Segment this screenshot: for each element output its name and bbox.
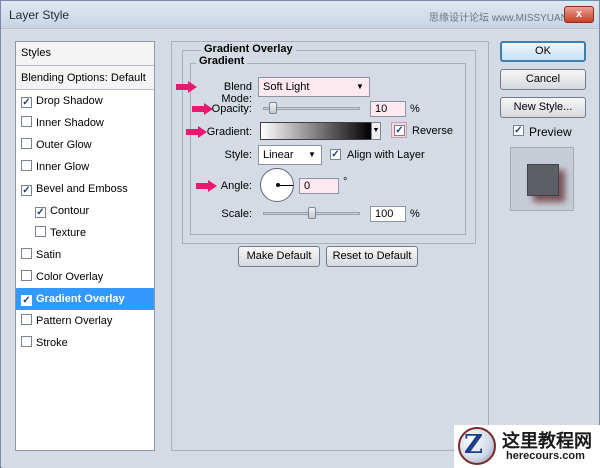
style-checkbox[interactable] bbox=[21, 138, 32, 149]
blending-options-item[interactable]: Blending Options: Default bbox=[16, 66, 154, 90]
styles-list: Styles Blending Options: Default ✓ Drop S… bbox=[15, 41, 155, 451]
angle-label: Angle: bbox=[220, 180, 252, 192]
gradient-label: Gradient: bbox=[206, 126, 252, 138]
style-item-drop-shadow[interactable]: ✓ Drop Shadow bbox=[16, 90, 154, 112]
angle-indicator bbox=[278, 185, 293, 186]
scale-label: Scale: bbox=[221, 208, 252, 220]
style-checkbox[interactable] bbox=[21, 336, 32, 347]
style-item-inner-shadow[interactable]: Inner Shadow bbox=[16, 112, 154, 134]
style-item-label: Outer Glow bbox=[36, 139, 92, 151]
gradient-overlay-panel: Gradient Overlay Gradient Blend Mode: So… bbox=[171, 41, 489, 451]
style-item-texture[interactable]: Texture bbox=[16, 222, 154, 244]
preview-label: Preview bbox=[529, 125, 572, 139]
style-checkbox[interactable] bbox=[21, 270, 32, 281]
cancel-button[interactable]: Cancel bbox=[500, 69, 586, 90]
close-button[interactable]: x bbox=[564, 6, 594, 23]
window-title: Layer Style bbox=[9, 8, 70, 22]
align-with-layer-label: Align with Layer bbox=[347, 149, 425, 161]
subgroup-title: Gradient bbox=[196, 55, 248, 67]
opacity-label: Opacity: bbox=[211, 103, 252, 115]
style-select[interactable]: Linear ▼ bbox=[258, 145, 322, 165]
style-item-gradient-overlay[interactable]: ✓ Gradient Overlay bbox=[16, 288, 154, 310]
opacity-input[interactable]: 10 bbox=[370, 101, 406, 117]
style-item-outer-glow[interactable]: Outer Glow bbox=[16, 134, 154, 156]
style-checkbox[interactable] bbox=[21, 160, 32, 171]
opacity-slider[interactable] bbox=[263, 107, 360, 110]
reset-to-default-button[interactable]: Reset to Default bbox=[326, 246, 418, 267]
angle-input[interactable]: 0 bbox=[299, 178, 339, 194]
style-item-pattern-overlay[interactable]: Pattern Overlay bbox=[16, 310, 154, 332]
align-with-layer-checkbox[interactable]: ✓ bbox=[330, 149, 341, 160]
style-item-label: Inner Glow bbox=[36, 161, 90, 173]
blend-mode-label: Blend Mode: bbox=[221, 81, 252, 105]
style-item-bevel-and-emboss[interactable]: ✓ Bevel and Emboss bbox=[16, 178, 154, 200]
chevron-down-icon: ▼ bbox=[372, 127, 380, 134]
style-item-label: Inner Shadow bbox=[36, 117, 104, 129]
style-checkbox[interactable]: ✓ bbox=[35, 207, 46, 218]
style-checkbox[interactable] bbox=[35, 226, 46, 237]
style-item-label: Satin bbox=[36, 249, 62, 261]
style-checkbox[interactable]: ✓ bbox=[21, 295, 32, 306]
style-label: Style: bbox=[224, 149, 252, 161]
blend-mode-select[interactable]: Soft Light ▼ bbox=[258, 77, 370, 97]
ok-button[interactable]: OK bbox=[500, 41, 586, 62]
gradient-dropdown-button[interactable]: ▼ bbox=[371, 122, 381, 140]
new-style-button[interactable]: New Style... bbox=[500, 97, 586, 118]
opacity-slider-thumb[interactable] bbox=[268, 102, 277, 114]
style-item-stroke[interactable]: Stroke bbox=[16, 332, 154, 354]
styles-header[interactable]: Styles bbox=[16, 42, 154, 66]
style-value: Linear bbox=[263, 149, 294, 161]
opacity-unit: % bbox=[410, 103, 420, 115]
style-item-label: Drop Shadow bbox=[36, 95, 103, 107]
preview-swatch bbox=[527, 164, 559, 196]
make-default-button[interactable]: Make Default bbox=[238, 246, 320, 267]
reverse-checkbox[interactable]: ✓ bbox=[394, 125, 405, 136]
style-item-satin[interactable]: Satin bbox=[16, 244, 154, 266]
style-checkbox[interactable] bbox=[21, 314, 32, 325]
reverse-label: Reverse bbox=[412, 125, 453, 137]
angle-dial[interactable] bbox=[260, 168, 294, 202]
chevron-down-icon: ▼ bbox=[356, 82, 364, 91]
style-item-label: Pattern Overlay bbox=[36, 315, 113, 327]
style-item-label: Bevel and Emboss bbox=[36, 183, 128, 195]
group-title: Gradient Overlay bbox=[201, 43, 296, 55]
dialog-body: Styles Blending Options: Default ✓ Drop S… bbox=[2, 30, 600, 468]
style-checkbox[interactable]: ✓ bbox=[21, 97, 32, 108]
angle-center-dot bbox=[276, 183, 280, 187]
style-item-color-overlay[interactable]: Color Overlay bbox=[16, 266, 154, 288]
style-checkbox[interactable] bbox=[21, 248, 32, 259]
style-checkbox[interactable] bbox=[21, 116, 32, 127]
logo-letter: Z bbox=[464, 430, 483, 460]
style-item-label: Color Overlay bbox=[36, 271, 104, 283]
style-item-label: Contour bbox=[50, 205, 90, 217]
style-item-label: Stroke bbox=[36, 337, 68, 349]
chevron-down-icon: ▼ bbox=[308, 150, 316, 159]
style-item-inner-glow[interactable]: Inner Glow bbox=[16, 156, 154, 178]
style-item-label: Texture bbox=[50, 227, 87, 239]
blend-mode-value: Soft Light bbox=[263, 81, 310, 93]
style-preview bbox=[510, 147, 574, 211]
layer-style-dialog: Layer Style 思缘设计论坛 www.MISSYUAN.COM x St… bbox=[0, 0, 600, 468]
scale-slider-thumb[interactable] bbox=[307, 207, 316, 219]
scale-input[interactable]: 100 bbox=[370, 206, 406, 222]
logo-url-text: herecours.com bbox=[506, 450, 585, 462]
style-checkbox[interactable]: ✓ bbox=[21, 185, 32, 196]
title-bar: Layer Style 思缘设计论坛 www.MISSYUAN.COM x bbox=[1, 1, 599, 29]
preview-checkbox[interactable]: ✓ bbox=[513, 125, 524, 136]
style-item-contour[interactable]: ✓ Contour bbox=[16, 200, 154, 222]
gradient-picker[interactable] bbox=[260, 122, 372, 140]
site-logo: Z 这里教程网 herecours.com bbox=[454, 425, 600, 468]
scale-unit: % bbox=[410, 208, 420, 220]
close-icon: x bbox=[575, 8, 583, 20]
angle-unit: ° bbox=[343, 176, 348, 188]
style-item-label: Gradient Overlay bbox=[36, 293, 125, 305]
